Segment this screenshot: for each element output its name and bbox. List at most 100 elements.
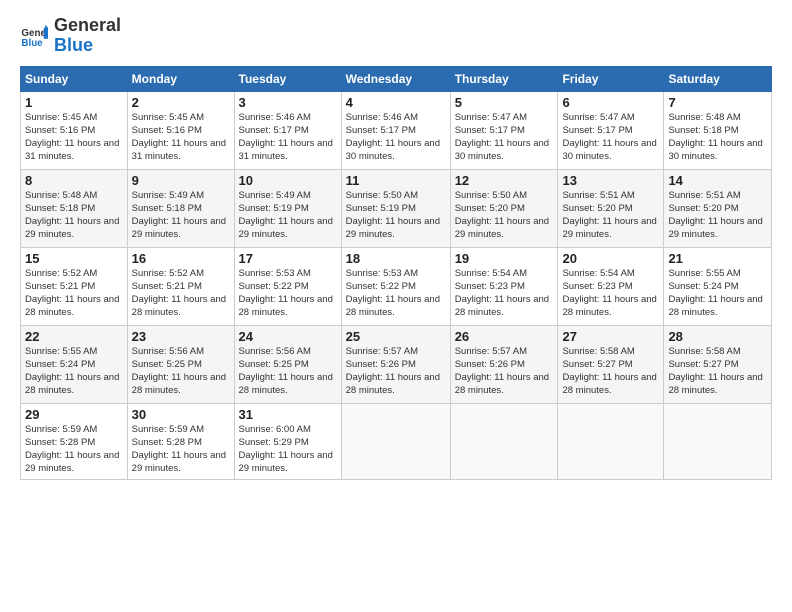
day-number: 13 (562, 173, 659, 188)
day-number: 7 (668, 95, 767, 110)
day-info: Sunrise: 5:47 AMSunset: 5:17 PMDaylight:… (455, 111, 554, 164)
table-row: 16 Sunrise: 5:52 AMSunset: 5:21 PMDaylig… (127, 247, 234, 325)
day-info: Sunrise: 5:45 AMSunset: 5:16 PMDaylight:… (132, 111, 230, 164)
day-number: 11 (346, 173, 446, 188)
day-number: 25 (346, 329, 446, 344)
day-number: 5 (455, 95, 554, 110)
day-number: 4 (346, 95, 446, 110)
day-info: Sunrise: 5:50 AMSunset: 5:20 PMDaylight:… (455, 189, 554, 242)
logo-icon: General Blue (20, 22, 48, 50)
day-info: Sunrise: 5:53 AMSunset: 5:22 PMDaylight:… (239, 267, 337, 320)
day-number: 28 (668, 329, 767, 344)
table-row: 19 Sunrise: 5:54 AMSunset: 5:23 PMDaylig… (450, 247, 558, 325)
day-info: Sunrise: 5:49 AMSunset: 5:19 PMDaylight:… (239, 189, 337, 242)
day-number: 2 (132, 95, 230, 110)
svg-text:Blue: Blue (21, 38, 43, 49)
table-row: 27 Sunrise: 5:58 AMSunset: 5:27 PMDaylig… (558, 325, 664, 403)
table-row: 14 Sunrise: 5:51 AMSunset: 5:20 PMDaylig… (664, 169, 772, 247)
day-number: 23 (132, 329, 230, 344)
week-row-3: 15 Sunrise: 5:52 AMSunset: 5:21 PMDaylig… (21, 247, 772, 325)
day-info: Sunrise: 5:54 AMSunset: 5:23 PMDaylight:… (562, 267, 659, 320)
day-number: 10 (239, 173, 337, 188)
table-row: 6 Sunrise: 5:47 AMSunset: 5:17 PMDayligh… (558, 91, 664, 169)
day-info: Sunrise: 5:46 AMSunset: 5:17 PMDaylight:… (346, 111, 446, 164)
day-number: 30 (132, 407, 230, 422)
table-row: 28 Sunrise: 5:58 AMSunset: 5:27 PMDaylig… (664, 325, 772, 403)
day-number: 27 (562, 329, 659, 344)
day-number: 22 (25, 329, 123, 344)
table-row: 30 Sunrise: 5:59 AMSunset: 5:28 PMDaylig… (127, 403, 234, 479)
day-info: Sunrise: 5:59 AMSunset: 5:28 PMDaylight:… (25, 423, 123, 476)
table-row: 23 Sunrise: 5:56 AMSunset: 5:25 PMDaylig… (127, 325, 234, 403)
day-number: 17 (239, 251, 337, 266)
table-row: 17 Sunrise: 5:53 AMSunset: 5:22 PMDaylig… (234, 247, 341, 325)
day-info: Sunrise: 5:51 AMSunset: 5:20 PMDaylight:… (562, 189, 659, 242)
table-row: 13 Sunrise: 5:51 AMSunset: 5:20 PMDaylig… (558, 169, 664, 247)
day-info: Sunrise: 5:51 AMSunset: 5:20 PMDaylight:… (668, 189, 767, 242)
table-row: 3 Sunrise: 5:46 AMSunset: 5:17 PMDayligh… (234, 91, 341, 169)
day-number: 21 (668, 251, 767, 266)
table-row: 1 Sunrise: 5:45 AMSunset: 5:16 PMDayligh… (21, 91, 128, 169)
table-row: 15 Sunrise: 5:52 AMSunset: 5:21 PMDaylig… (21, 247, 128, 325)
table-row: 18 Sunrise: 5:53 AMSunset: 5:22 PMDaylig… (341, 247, 450, 325)
table-row: 9 Sunrise: 5:49 AMSunset: 5:18 PMDayligh… (127, 169, 234, 247)
table-row: 10 Sunrise: 5:49 AMSunset: 5:19 PMDaylig… (234, 169, 341, 247)
day-info: Sunrise: 5:48 AMSunset: 5:18 PMDaylight:… (25, 189, 123, 242)
table-row: 2 Sunrise: 5:45 AMSunset: 5:16 PMDayligh… (127, 91, 234, 169)
day-number: 12 (455, 173, 554, 188)
day-number: 14 (668, 173, 767, 188)
week-row-5: 29 Sunrise: 5:59 AMSunset: 5:28 PMDaylig… (21, 403, 772, 479)
day-number: 6 (562, 95, 659, 110)
table-row: 4 Sunrise: 5:46 AMSunset: 5:17 PMDayligh… (341, 91, 450, 169)
week-row-2: 8 Sunrise: 5:48 AMSunset: 5:18 PMDayligh… (21, 169, 772, 247)
day-number: 26 (455, 329, 554, 344)
day-info: Sunrise: 5:59 AMSunset: 5:28 PMDaylight:… (132, 423, 230, 476)
day-info: Sunrise: 5:55 AMSunset: 5:24 PMDaylight:… (25, 345, 123, 398)
day-info: Sunrise: 5:58 AMSunset: 5:27 PMDaylight:… (668, 345, 767, 398)
column-header-saturday: Saturday (664, 66, 772, 91)
day-info: Sunrise: 5:58 AMSunset: 5:27 PMDaylight:… (562, 345, 659, 398)
day-number: 9 (132, 173, 230, 188)
column-header-wednesday: Wednesday (341, 66, 450, 91)
column-header-sunday: Sunday (21, 66, 128, 91)
day-info: Sunrise: 5:56 AMSunset: 5:25 PMDaylight:… (239, 345, 337, 398)
table-row: 5 Sunrise: 5:47 AMSunset: 5:17 PMDayligh… (450, 91, 558, 169)
table-row: 29 Sunrise: 5:59 AMSunset: 5:28 PMDaylig… (21, 403, 128, 479)
day-number: 16 (132, 251, 230, 266)
logo: General Blue General Blue (20, 16, 121, 56)
table-row: 20 Sunrise: 5:54 AMSunset: 5:23 PMDaylig… (558, 247, 664, 325)
table-row: 8 Sunrise: 5:48 AMSunset: 5:18 PMDayligh… (21, 169, 128, 247)
day-info: Sunrise: 5:47 AMSunset: 5:17 PMDaylight:… (562, 111, 659, 164)
day-info: Sunrise: 6:00 AMSunset: 5:29 PMDaylight:… (239, 423, 337, 476)
column-header-thursday: Thursday (450, 66, 558, 91)
day-number: 18 (346, 251, 446, 266)
day-number: 24 (239, 329, 337, 344)
table-row: 7 Sunrise: 5:48 AMSunset: 5:18 PMDayligh… (664, 91, 772, 169)
header-row: SundayMondayTuesdayWednesdayThursdayFrid… (21, 66, 772, 91)
table-row: 12 Sunrise: 5:50 AMSunset: 5:20 PMDaylig… (450, 169, 558, 247)
day-number: 31 (239, 407, 337, 422)
column-header-monday: Monday (127, 66, 234, 91)
week-row-4: 22 Sunrise: 5:55 AMSunset: 5:24 PMDaylig… (21, 325, 772, 403)
logo-text: General Blue (54, 16, 121, 56)
header: General Blue General Blue (20, 16, 772, 56)
table-row (450, 403, 558, 479)
table-row: 26 Sunrise: 5:57 AMSunset: 5:26 PMDaylig… (450, 325, 558, 403)
table-row (558, 403, 664, 479)
column-header-friday: Friday (558, 66, 664, 91)
calendar-table: SundayMondayTuesdayWednesdayThursdayFrid… (20, 66, 772, 480)
day-info: Sunrise: 5:48 AMSunset: 5:18 PMDaylight:… (668, 111, 767, 164)
day-info: Sunrise: 5:50 AMSunset: 5:19 PMDaylight:… (346, 189, 446, 242)
day-info: Sunrise: 5:46 AMSunset: 5:17 PMDaylight:… (239, 111, 337, 164)
table-row: 31 Sunrise: 6:00 AMSunset: 5:29 PMDaylig… (234, 403, 341, 479)
day-info: Sunrise: 5:54 AMSunset: 5:23 PMDaylight:… (455, 267, 554, 320)
day-number: 1 (25, 95, 123, 110)
table-row (664, 403, 772, 479)
page: General Blue General Blue SundayMondayTu… (0, 0, 792, 612)
table-row: 22 Sunrise: 5:55 AMSunset: 5:24 PMDaylig… (21, 325, 128, 403)
day-info: Sunrise: 5:57 AMSunset: 5:26 PMDaylight:… (455, 345, 554, 398)
column-header-tuesday: Tuesday (234, 66, 341, 91)
day-number: 3 (239, 95, 337, 110)
day-info: Sunrise: 5:53 AMSunset: 5:22 PMDaylight:… (346, 267, 446, 320)
day-info: Sunrise: 5:49 AMSunset: 5:18 PMDaylight:… (132, 189, 230, 242)
